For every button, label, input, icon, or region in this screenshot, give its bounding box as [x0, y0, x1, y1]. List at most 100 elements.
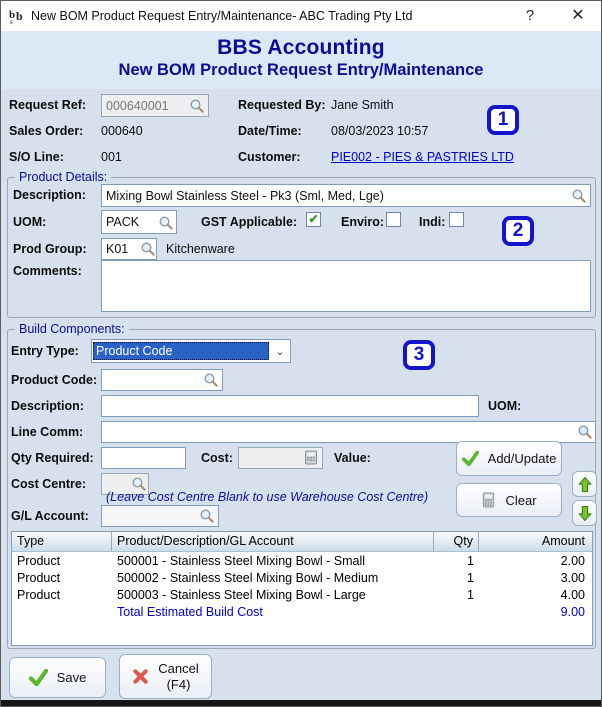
cell-qty: 1: [434, 586, 479, 603]
customer-link[interactable]: PIE002 - PIES & PASTRIES LTD: [331, 150, 514, 164]
col-header-type[interactable]: Type: [12, 532, 112, 551]
request-ref-label: Request Ref:: [9, 98, 86, 112]
chevron-down-icon: ⌄: [270, 345, 290, 358]
requested-by-label: Requested By:: [238, 98, 326, 112]
cancel-sub-label: (F4): [158, 677, 198, 693]
bottom-edge: [1, 700, 601, 706]
annotation-marker-1: 1: [487, 105, 519, 135]
help-button[interactable]: ?: [513, 1, 547, 31]
so-line-value: 001: [101, 150, 122, 164]
gst-label: GST Applicable:: [201, 215, 297, 229]
total-label: Total Estimated Build Cost: [112, 603, 434, 620]
cell-type: Product: [12, 569, 112, 586]
check-icon: [462, 451, 479, 466]
cancel-label: Cancel: [158, 661, 198, 677]
bc-description-field[interactable]: [101, 395, 479, 417]
customer-label: Customer:: [238, 150, 301, 164]
sales-order-value: 000640: [101, 124, 143, 138]
cell-description: 500003 - Stainless Steel Mixing Bowl - L…: [112, 586, 434, 603]
svg-text:s: s: [10, 18, 13, 25]
prod-group-lookup-icon[interactable]: [140, 241, 156, 257]
cost-centre-label: Cost Centre:: [11, 477, 86, 491]
sales-order-label: Sales Order:: [9, 124, 83, 138]
save-label: Save: [57, 670, 87, 685]
title-bar: b s b New BOM Product Request Entry/Main…: [1, 1, 601, 31]
line-comm-field[interactable]: [101, 421, 596, 443]
components-table: Type Product/Description/GL Account Qty …: [11, 531, 593, 646]
move-up-button[interactable]: [572, 471, 597, 497]
calculator-icon: [481, 492, 496, 508]
cell-amount: 3.00: [479, 569, 590, 586]
cell-type: Product: [12, 586, 112, 603]
prod-group-label: Prod Group:: [13, 242, 87, 256]
prod-group-name: Kitchenware: [166, 242, 235, 256]
close-icon[interactable]: ✕: [561, 1, 595, 31]
move-down-button[interactable]: [572, 500, 597, 526]
indi-label: Indi:: [419, 215, 445, 229]
indi-checkbox[interactable]: [449, 212, 464, 227]
add-update-label: Add/Update: [488, 451, 557, 466]
table-row[interactable]: Product 500003 - Stainless Steel Mixing …: [12, 586, 592, 603]
cell-amount: 2.00: [479, 552, 590, 569]
cost-centre-hint: (Leave Cost Centre Blank to use Warehous…: [106, 490, 428, 504]
gl-account-lookup-icon[interactable]: [199, 508, 215, 524]
bc-description-label: Description:: [11, 399, 84, 413]
col-header-qty[interactable]: Qty: [434, 532, 479, 551]
table-total-row: Total Estimated Build Cost 9.00: [12, 603, 592, 620]
product-details-legend: Product Details:: [15, 170, 111, 184]
col-header-description[interactable]: Product/Description/GL Account: [112, 532, 434, 551]
app-icon: b s b: [9, 8, 26, 25]
comments-label: Comments:: [13, 264, 82, 278]
cell-type: [12, 603, 112, 620]
qty-required-label: Qty Required:: [11, 451, 94, 465]
header-band: BBS Accounting New BOM Product Request E…: [1, 31, 601, 89]
comments-field[interactable]: [101, 260, 591, 312]
pd-uom-lookup-icon[interactable]: [158, 215, 174, 231]
dialog-window: b s b New BOM Product Request Entry/Main…: [0, 0, 602, 707]
enviro-checkbox[interactable]: [386, 212, 401, 227]
value-label: Value:: [334, 451, 371, 465]
bc-uom-label: UOM:: [488, 399, 521, 413]
pd-description-label: Description:: [13, 188, 86, 202]
qty-required-field[interactable]: [101, 447, 186, 469]
entry-type-selected: Product Code: [93, 342, 269, 360]
product-code-label: Product Code:: [11, 373, 97, 387]
gst-checkbox[interactable]: ✔: [306, 212, 321, 227]
cell-type: Product: [12, 552, 112, 569]
cancel-button[interactable]: Cancel (F4): [119, 654, 212, 699]
entry-type-dropdown[interactable]: Product Code ⌄: [91, 339, 291, 363]
line-comm-lookup-icon[interactable]: [577, 424, 593, 440]
table-row[interactable]: Product 500001 - Stainless Steel Mixing …: [12, 552, 592, 569]
total-value: 9.00: [479, 603, 590, 620]
requested-by-value: Jane Smith: [331, 98, 394, 112]
add-update-button[interactable]: Add/Update: [456, 441, 562, 476]
app-title: BBS Accounting: [1, 36, 601, 60]
col-header-amount[interactable]: Amount: [479, 532, 590, 551]
pd-description-field[interactable]: [101, 184, 591, 207]
enviro-label: Enviro:: [341, 215, 384, 229]
check-icon: [29, 669, 48, 686]
cell-description: 500002 - Stainless Steel Mixing Bowl - M…: [112, 569, 434, 586]
save-button[interactable]: Save: [9, 657, 106, 698]
cross-icon: [132, 668, 149, 685]
window-title: New BOM Product Request Entry/Maintenanc…: [31, 1, 412, 31]
cell-qty: 1: [434, 552, 479, 569]
arrow-up-icon: [578, 476, 592, 493]
build-components-legend: Build Components:: [15, 322, 129, 336]
check-icon: ✔: [308, 212, 318, 226]
line-comm-label: Line Comm:: [11, 425, 83, 439]
arrow-down-icon: [578, 505, 592, 522]
clear-button[interactable]: Clear: [456, 483, 562, 517]
datetime-label: Date/Time:: [238, 124, 302, 138]
calculator-icon[interactable]: [303, 450, 319, 465]
svg-text:b: b: [16, 9, 23, 23]
request-ref-lookup-icon[interactable]: [189, 98, 205, 114]
product-code-lookup-icon[interactable]: [203, 372, 219, 388]
page-title: New BOM Product Request Entry/Maintenanc…: [1, 61, 601, 80]
cost-label: Cost:: [201, 451, 233, 465]
so-line-label: S/O Line:: [9, 150, 64, 164]
pd-description-lookup-icon[interactable]: [571, 188, 587, 204]
clear-label: Clear: [505, 493, 536, 508]
table-row[interactable]: Product 500002 - Stainless Steel Mixing …: [12, 569, 592, 586]
cell-qty: [434, 603, 479, 620]
